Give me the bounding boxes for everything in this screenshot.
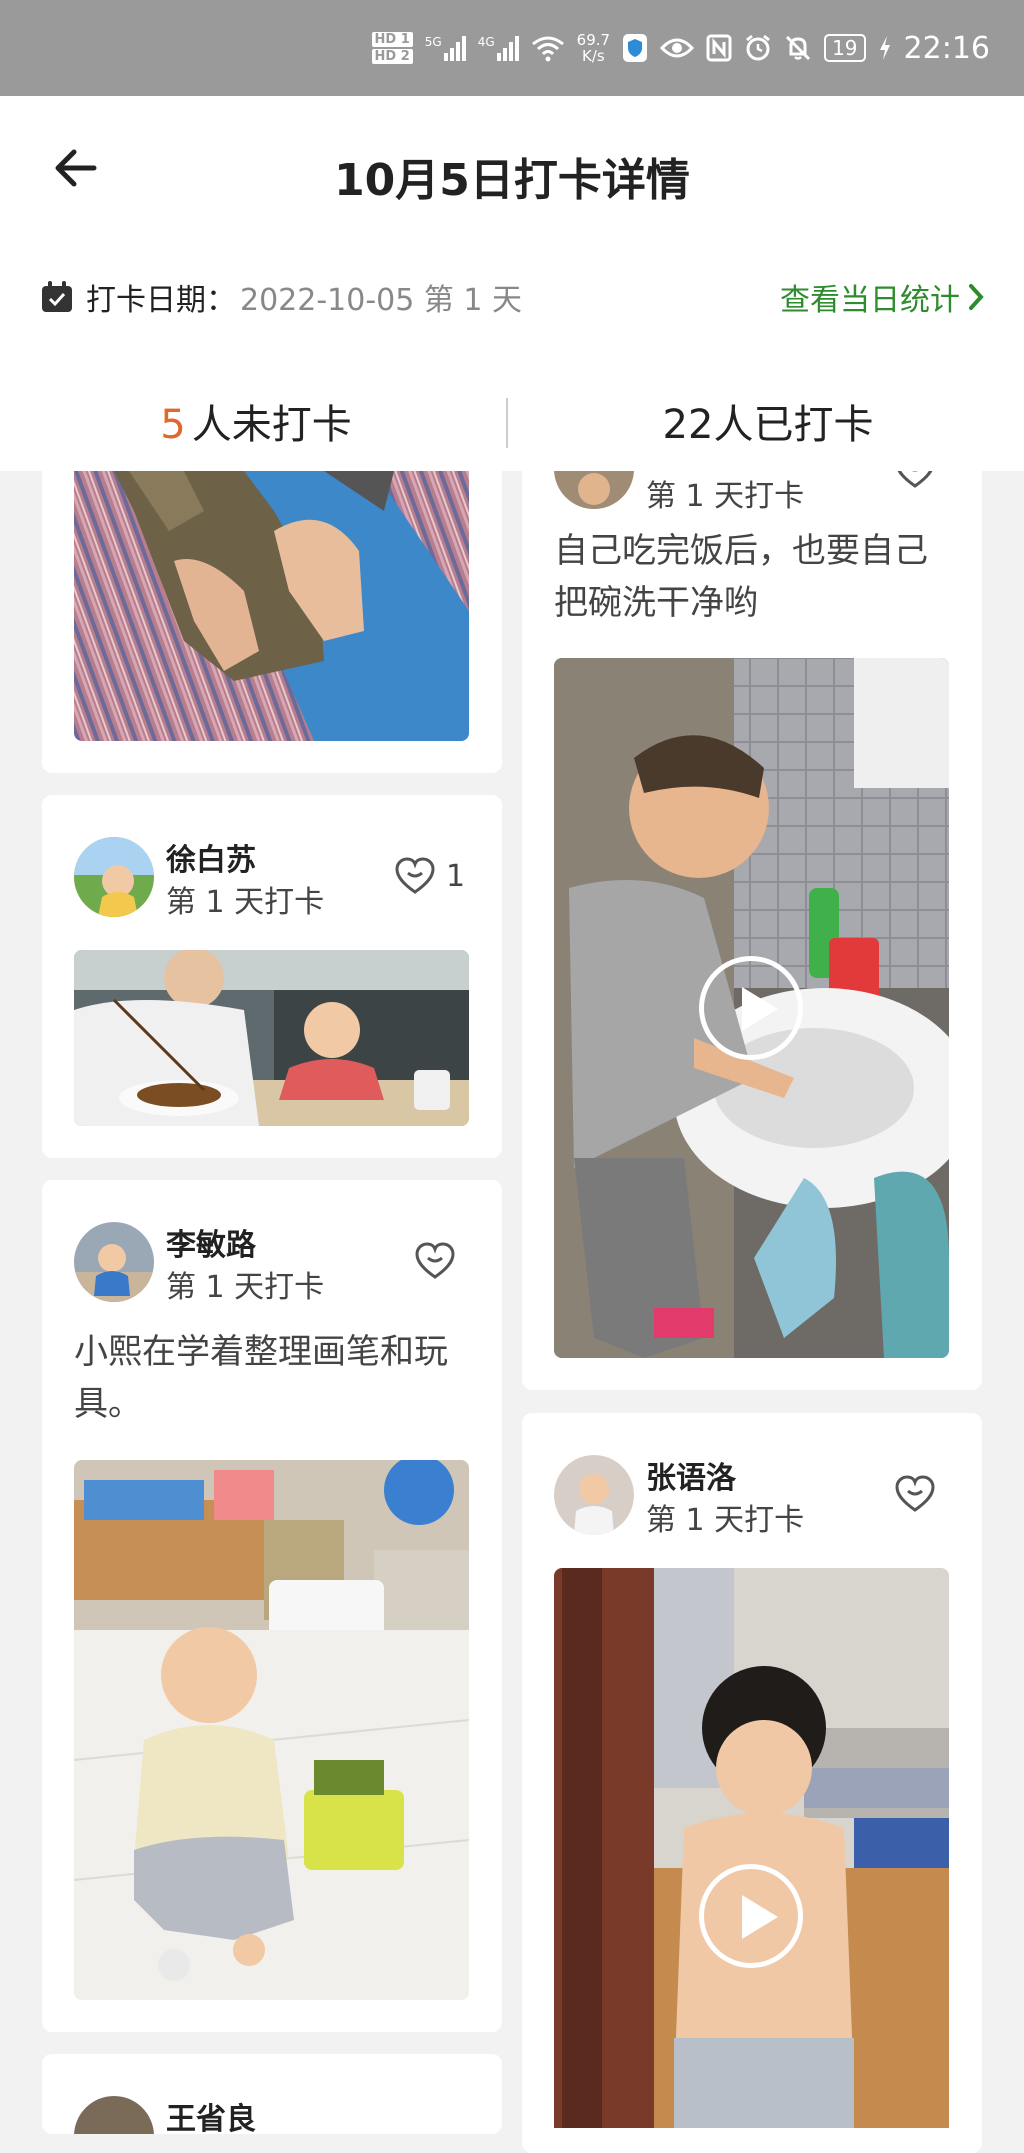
- checkin-day: 第 1 天打卡: [166, 885, 325, 920]
- checkin-caption: 自己吃完饭后，也要自己把碗洗干净哟: [554, 531, 928, 623]
- checkin-card-li[interactable]: 李敏路 第 1 天打卡 小熙在学着整理画笔和玩具。: [42, 1180, 502, 2032]
- checked-label: 22人已打卡: [662, 402, 874, 448]
- user-name: 徐白苏: [166, 843, 256, 878]
- header: 10月5日打卡详情 打卡日期： 2022-10-05 第 1 天 查看当日统计 …: [0, 96, 1024, 471]
- checkin-tabs: 5 人未打卡 22人已打卡: [0, 371, 1024, 471]
- avatar[interactable]: [74, 837, 154, 917]
- checkin-day: 第 1 天打卡: [646, 1503, 805, 1538]
- checkin-photo[interactable]: [74, 950, 469, 1126]
- battery-indicator: 19: [824, 34, 866, 62]
- play-icon[interactable]: [699, 1864, 803, 1968]
- eye-icon: [660, 38, 695, 58]
- not-checked-count: 5: [160, 402, 186, 448]
- charging-icon: [879, 36, 890, 60]
- status-bar: HD 1 HD 2 5G 4G 69.7 K/s 19 22:16: [0, 0, 1024, 96]
- user-name: 张语洛: [646, 1461, 736, 1496]
- date-value: 2022-10-05 第 1 天: [240, 283, 523, 318]
- checkin-video[interactable]: [554, 658, 949, 1358]
- checkin-date-row: 打卡日期： 2022-10-05 第 1 天 查看当日统计: [40, 276, 984, 318]
- tab-checked[interactable]: 22人已打卡: [512, 392, 1024, 450]
- view-daily-stats-link[interactable]: 查看当日统计: [780, 275, 984, 319]
- checkin-photo[interactable]: [74, 1460, 469, 2000]
- stats-link-label: 查看当日统计: [780, 283, 960, 318]
- checkin-video[interactable]: [554, 1568, 949, 2128]
- heart-icon: [897, 471, 933, 488]
- like-button[interactable]: 1: [394, 857, 465, 895]
- avatar[interactable]: [554, 471, 634, 509]
- shield-icon: [623, 34, 648, 62]
- wifi-icon: [531, 36, 564, 62]
- chevron-right-icon: [969, 284, 984, 310]
- calendar-icon: [42, 281, 72, 312]
- checkin-card[interactable]: 第 1 天打卡 自己吃完饭后，也要自己把碗洗干净哟: [522, 471, 982, 1390]
- alarm-icon: [746, 34, 771, 61]
- avatar[interactable]: [74, 2096, 154, 2134]
- checkin-card-zhang[interactable]: 张语洛 第 1 天打卡: [522, 1413, 982, 2153]
- mute-icon: [786, 35, 811, 61]
- checkin-photo[interactable]: [74, 471, 469, 741]
- hd-indicator: HD 1 HD 2: [371, 31, 413, 65]
- checkin-day: 第 1 天打卡: [646, 479, 805, 514]
- checkin-card-xu[interactable]: 徐白苏 第 1 天打卡 1: [42, 795, 502, 1158]
- clock: 22:16: [903, 30, 990, 66]
- like-count: 1: [446, 858, 466, 894]
- like-button[interactable]: [894, 1475, 936, 1513]
- heart-icon: [415, 1242, 455, 1279]
- checkin-caption: 小熙在学着整理画笔和玩具。: [74, 1332, 448, 1424]
- heart-icon: [395, 857, 435, 894]
- checkin-card[interactable]: [42, 471, 502, 773]
- like-button[interactable]: [894, 471, 936, 489]
- user-name: 王省良: [166, 2102, 256, 2134]
- checkin-day: 第 1 天打卡: [166, 1270, 325, 1305]
- heart-icon: [895, 1475, 935, 1512]
- checkin-card-wang[interactable]: 王省良: [42, 2054, 502, 2134]
- tab-not-checked[interactable]: 5 人未打卡: [0, 392, 512, 450]
- not-checked-label: 人未打卡: [191, 402, 352, 448]
- like-button[interactable]: [414, 1242, 456, 1280]
- net-speed: 69.7 K/s: [576, 31, 611, 65]
- signal-1: 5G: [425, 35, 466, 61]
- tab-divider: [506, 398, 508, 448]
- date-label: 打卡日期：: [86, 283, 236, 318]
- signal-2: 4G: [478, 35, 519, 61]
- page-title: 10月5日打卡详情: [334, 155, 690, 206]
- avatar[interactable]: [554, 1455, 634, 1535]
- nfc-icon: [706, 34, 732, 62]
- user-name: 李敏路: [166, 1228, 256, 1263]
- avatar[interactable]: [74, 1222, 154, 1302]
- play-icon[interactable]: [699, 956, 803, 1060]
